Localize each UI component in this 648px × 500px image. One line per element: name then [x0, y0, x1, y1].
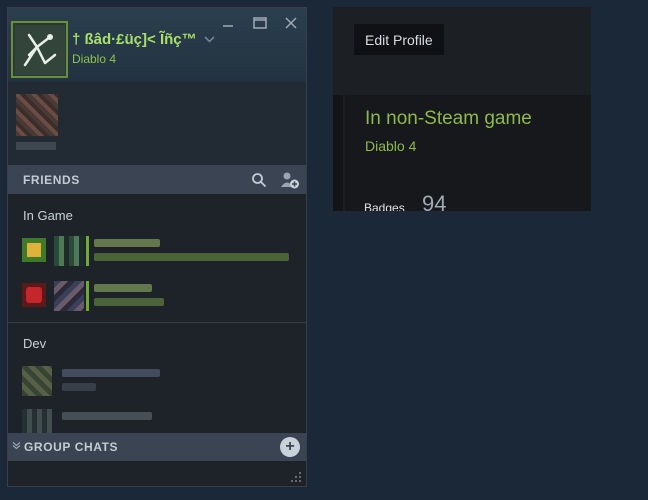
search-icon[interactable]: [248, 169, 270, 191]
game-icon: [22, 283, 46, 307]
friend-name-redacted: [62, 412, 152, 420]
avatar: [54, 236, 84, 266]
friend-name-redacted: [94, 284, 152, 292]
edit-profile-button[interactable]: Edit Profile: [354, 24, 444, 55]
friend-row[interactable]: [18, 278, 303, 316]
badges-count[interactable]: 94: [422, 191, 446, 211]
resize-grip-icon[interactable]: [290, 471, 302, 483]
friend-row[interactable]: [18, 363, 303, 399]
status-card-edge: [333, 95, 343, 211]
avatar: [54, 281, 84, 311]
profile-panel: Edit Profile In non-Steam game Diablo 4 …: [333, 7, 591, 211]
status-card: In non-Steam game Diablo 4 Badges 94: [345, 95, 591, 211]
close-icon[interactable]: [279, 13, 303, 33]
user-status-game: Diablo 4: [72, 52, 117, 66]
chevron-down-icon[interactable]: [12, 441, 21, 453]
friends-window: † ßâd·£üç]< Ĩñç™ Diablo 4 FRIENDS In Gam…: [7, 7, 307, 487]
tree-rune-avatar-icon: [14, 24, 65, 75]
friends-title: FRIENDS: [23, 172, 80, 187]
maximize-icon[interactable]: [248, 13, 272, 33]
group-chats-header[interactable]: GROUP CHATS +: [8, 433, 306, 461]
group-label-dev[interactable]: Dev: [23, 336, 46, 351]
username: † ßâd·£üç]< Ĩñç™: [72, 31, 197, 48]
add-group-chat-button[interactable]: +: [280, 437, 300, 457]
user-header: † ßâd·£üç]< Ĩñç™ Diablo 4: [8, 8, 306, 82]
group-chats-title: GROUP CHATS: [24, 440, 119, 454]
divider: [8, 322, 306, 323]
profile-status-game: Diablo 4: [365, 138, 417, 154]
in-game-indicator: [86, 281, 89, 311]
in-game-indicator: [86, 236, 89, 266]
group-label-in-game[interactable]: In Game: [23, 208, 73, 223]
friend-status-redacted: [62, 383, 96, 391]
friend-status-redacted: [94, 253, 289, 261]
badges-label[interactable]: Badges: [364, 201, 405, 211]
friend-name-redacted: [62, 369, 160, 377]
add-friend-icon[interactable]: [279, 169, 301, 191]
recent-chat-name-redacted: [16, 142, 56, 150]
footer: [8, 461, 306, 486]
game-icon: [22, 238, 46, 262]
friend-row[interactable]: [18, 233, 303, 271]
username-row[interactable]: † ßâd·£üç]< Ĩñç™: [72, 31, 215, 48]
friends-section-header: FRIENDS: [8, 165, 306, 194]
friend-name-redacted: [94, 239, 160, 247]
user-avatar[interactable]: [11, 21, 68, 78]
avatar: [22, 366, 52, 396]
minimize-icon[interactable]: [216, 13, 240, 33]
recent-chats-bar: [8, 82, 306, 165]
recent-chat-avatar[interactable]: [16, 94, 58, 136]
profile-status-text: In non-Steam game: [365, 108, 532, 129]
chevron-down-icon[interactable]: [204, 34, 215, 46]
friend-status-redacted: [94, 298, 164, 306]
